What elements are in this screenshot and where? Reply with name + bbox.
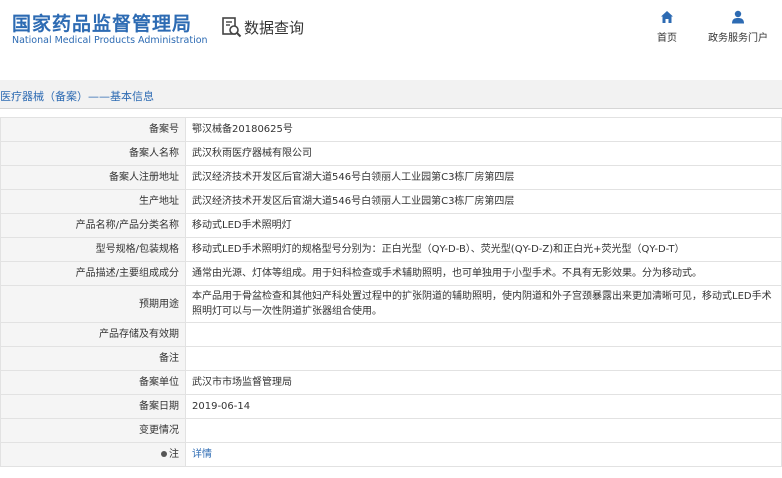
data-query-heading: 数据查询 <box>220 16 304 38</box>
table-row: 备案单位 武汉市市场监督管理局 <box>0 370 782 395</box>
field-label: 型号规格/包装规格 <box>0 237 186 262</box>
table-row: 备案人名称 武汉秋雨医疗器械有限公司 <box>0 141 782 166</box>
table-row: 产品存储及有效期 <box>0 322 782 347</box>
home-icon <box>661 11 673 23</box>
user-icon <box>732 10 744 24</box>
table-row: 备案人注册地址 武汉经济技术开发区后官湖大道546号白领丽人工业园第C3栋厂房第… <box>0 165 782 190</box>
nav-home-label: 首页 <box>657 33 677 44</box>
table-row: 预期用途 本产品用于骨盆检查和其他妇产科处置过程中的扩张阴道的辅助照明，使内阴道… <box>0 285 782 323</box>
table-row: 备案日期 2019-06-14 <box>0 394 782 419</box>
table-row: 变更情况 <box>0 418 782 443</box>
field-label: 产品存储及有效期 <box>0 322 186 347</box>
data-query-title: 数据查询 <box>244 18 305 37</box>
field-value: 鄂汉械备20180625号 <box>185 117 782 142</box>
field-label: 备案人名称 <box>0 141 186 166</box>
site-header: 国家药品监督管理局 National Medical Products Admi… <box>0 0 782 62</box>
field-label: 备案单位 <box>0 370 186 395</box>
field-label: 生产地址 <box>0 189 186 214</box>
bullet-icon <box>161 451 167 457</box>
field-value: 移动式LED手术照明灯的规格型号分别为：正白光型（QY-D-B）、荧光型(QY-… <box>185 237 782 262</box>
table-row: 备案号 鄂汉械备20180625号 <box>0 117 782 142</box>
note-label: 注 <box>169 449 179 460</box>
field-label-note: 注 <box>0 442 186 467</box>
field-value: 详情 <box>185 442 782 467</box>
field-value: 移动式LED手术照明灯 <box>185 213 782 238</box>
field-value <box>185 346 782 371</box>
field-label: 备案人注册地址 <box>0 165 186 190</box>
field-value: 通常由光源、灯体等组成。用于妇科检查或手术辅助照明，也可单独用于小型手术。不具有… <box>185 261 782 286</box>
field-value <box>185 322 782 347</box>
table-row: 型号规格/包装规格 移动式LED手术照明灯的规格型号分别为：正白光型（QY-D-… <box>0 237 782 262</box>
record-info-table: 备案号 鄂汉械备20180625号 备案人名称 武汉秋雨医疗器械有限公司 备案人… <box>0 117 782 467</box>
table-row: 生产地址 武汉经济技术开发区后官湖大道546号白领丽人工业园第C3栋厂房第四层 <box>0 189 782 214</box>
field-value: 武汉秋雨医疗器械有限公司 <box>185 141 782 166</box>
nav-gov-service-portal[interactable]: 政务服务门户 <box>703 10 773 44</box>
field-value: 武汉经济技术开发区后官湖大道546号白领丽人工业园第C3栋厂房第四层 <box>185 189 782 214</box>
field-label: 预期用途 <box>0 285 186 323</box>
field-label: 变更情况 <box>0 418 186 443</box>
table-row: 产品名称/产品分类名称 移动式LED手术照明灯 <box>0 213 782 238</box>
field-label: 备案日期 <box>0 394 186 419</box>
field-value: 武汉市市场监督管理局 <box>185 370 782 395</box>
logo-title-en: National Medical Products Administration <box>12 35 208 46</box>
field-value: 本产品用于骨盆检查和其他妇产科处置过程中的扩张阴道的辅助照明，使内阴道和外子宫颈… <box>185 285 782 323</box>
breadcrumb: 医疗器械（备案）——基本信息 <box>0 90 154 103</box>
table-row: 产品描述/主要组成成分 通常由光源、灯体等组成。用于妇科检查或手术辅助照明，也可… <box>0 261 782 286</box>
detail-link[interactable]: 详情 <box>192 449 212 460</box>
field-value <box>185 418 782 443</box>
table-row: 备注 <box>0 346 782 371</box>
nav-home[interactable]: 首页 <box>652 10 682 44</box>
logo-title-cn[interactable]: 国家药品监督管理局 <box>12 9 192 36</box>
field-label: 产品描述/主要组成成分 <box>0 261 186 286</box>
document-search-icon <box>222 17 242 38</box>
nav-service-label: 政务服务门户 <box>708 33 768 44</box>
table-row: 注 详情 <box>0 442 782 467</box>
field-value: 武汉经济技术开发区后官湖大道546号白领丽人工业园第C3栋厂房第四层 <box>185 165 782 190</box>
field-label: 备注 <box>0 346 186 371</box>
field-label: 备案号 <box>0 117 186 142</box>
field-value: 2019-06-14 <box>185 394 782 419</box>
field-label: 产品名称/产品分类名称 <box>0 213 186 238</box>
breadcrumb-bar: 医疗器械（备案）——基本信息 <box>0 80 782 109</box>
